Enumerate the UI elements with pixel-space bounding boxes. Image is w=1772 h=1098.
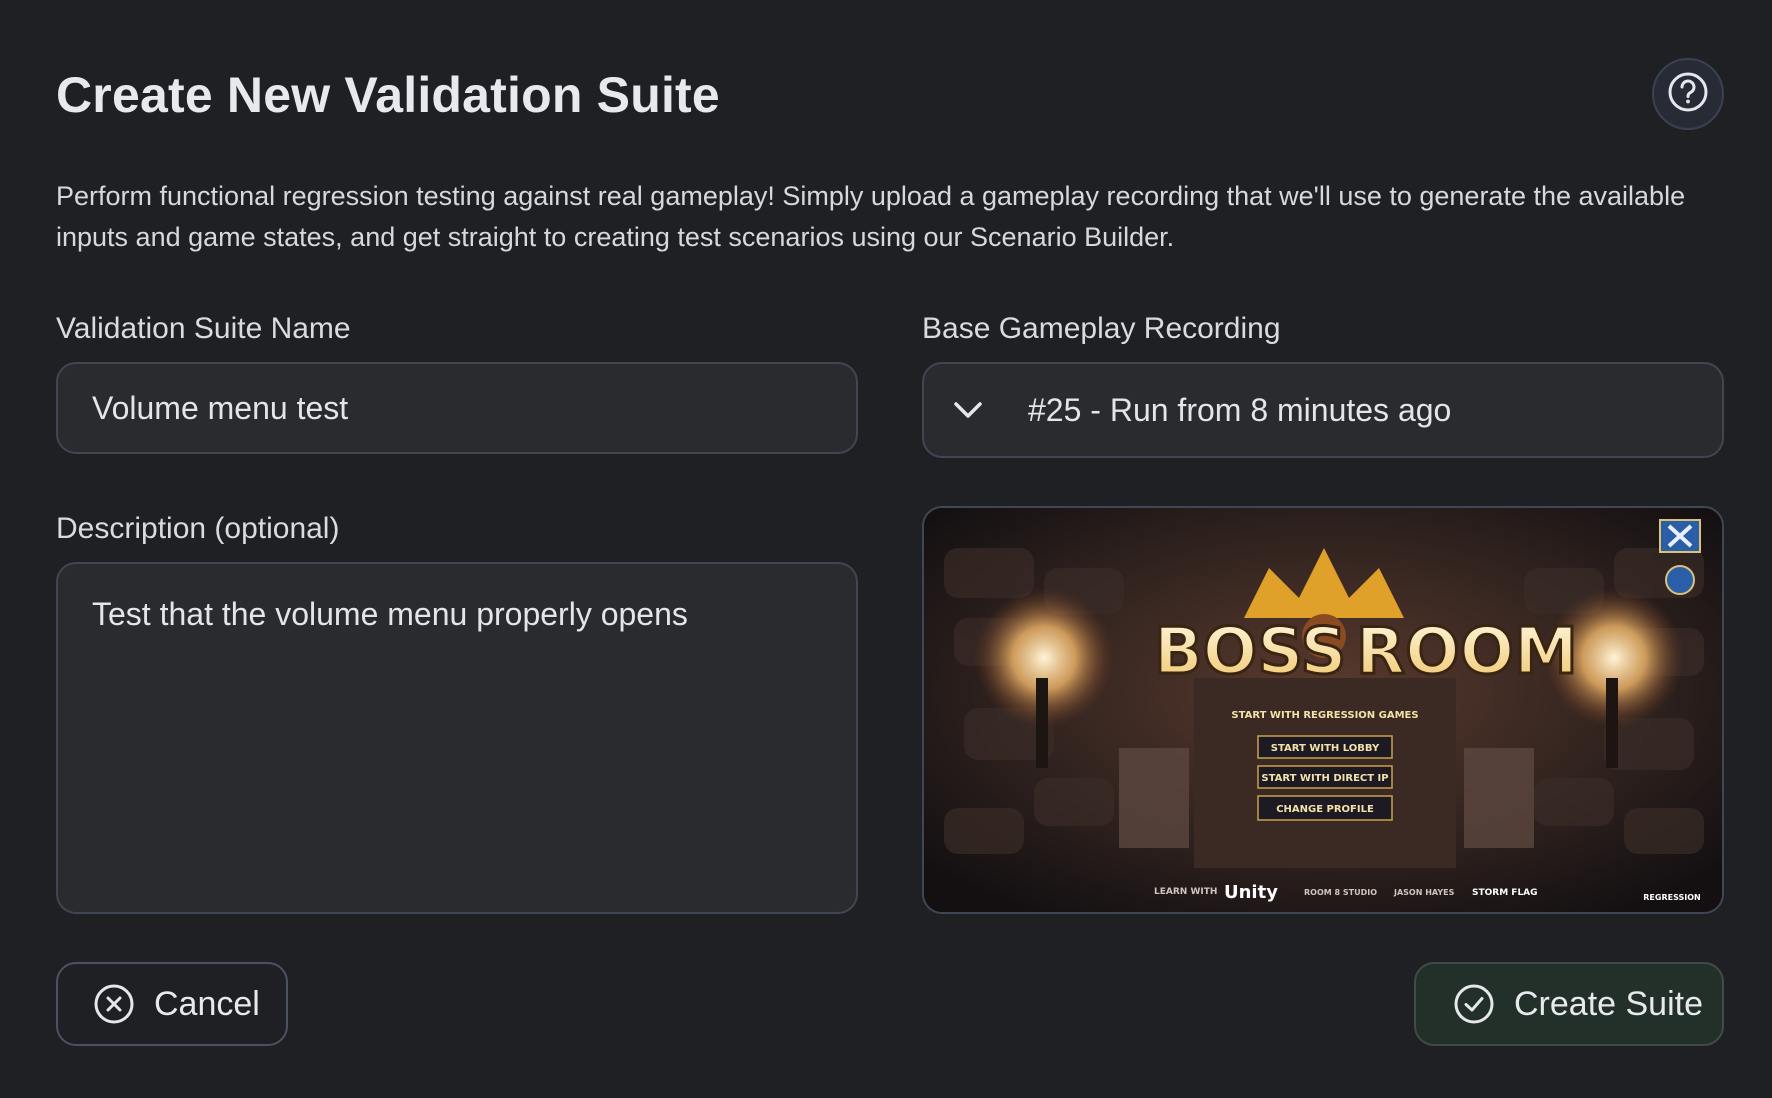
chevron-down-icon bbox=[946, 388, 990, 432]
recording-preview-image: BOSS ROOM START WITH REGRESSION GAMES ST… bbox=[922, 506, 1724, 914]
footer-studio-logo: ROOM 8 STUDIO bbox=[1304, 888, 1377, 897]
help-circle-icon bbox=[1666, 70, 1710, 119]
game-menu-item: CHANGE PROFILE bbox=[1276, 804, 1374, 815]
dialog-description: Perform functional regression testing ag… bbox=[56, 181, 1686, 252]
create-suite-button[interactable]: Create Suite bbox=[1414, 962, 1724, 1046]
description-textarea[interactable] bbox=[92, 594, 822, 882]
suite-name-field[interactable] bbox=[56, 362, 858, 454]
game-volume-icon bbox=[1665, 565, 1695, 595]
game-title-left: BOSS bbox=[1154, 615, 1347, 689]
suite-name-label: Validation Suite Name bbox=[56, 312, 351, 345]
cancel-label: Cancel bbox=[154, 984, 260, 1023]
description-label: Description (optional) bbox=[56, 512, 340, 545]
description-field[interactable] bbox=[56, 562, 858, 914]
x-circle-icon bbox=[92, 982, 136, 1026]
recording-select[interactable]: #25 - Run from 8 minutes ago bbox=[922, 362, 1724, 458]
suite-name-input[interactable] bbox=[92, 389, 822, 427]
footer-unity-logo: Unity bbox=[1224, 882, 1278, 903]
create-suite-dialog: Create New Validation Suite Perform func… bbox=[0, 0, 1772, 1098]
help-button[interactable] bbox=[1652, 58, 1724, 130]
footer-jason-logo: JASON HAYES bbox=[1393, 888, 1455, 897]
game-menu-item: START WITH DIRECT IP bbox=[1261, 773, 1388, 784]
check-circle-icon bbox=[1452, 982, 1496, 1026]
create-suite-label: Create Suite bbox=[1514, 984, 1703, 1023]
recording-label: Base Gameplay Recording bbox=[922, 312, 1281, 345]
game-menu-item: START WITH LOBBY bbox=[1271, 743, 1380, 754]
footer-storm-logo: STORM FLAG bbox=[1472, 888, 1538, 898]
footer-learn-with: LEARN WITH bbox=[1154, 887, 1217, 897]
game-title-right: ROOM bbox=[1356, 615, 1578, 689]
dialog-title: Create New Validation Suite bbox=[56, 67, 720, 123]
cancel-button[interactable]: Cancel bbox=[56, 962, 288, 1046]
corner-regression-logo: REGRESSION bbox=[1643, 893, 1700, 902]
recording-selected-value: #25 - Run from 8 minutes ago bbox=[1028, 391, 1452, 428]
game-menu-item: START WITH REGRESSION GAMES bbox=[1231, 710, 1418, 721]
